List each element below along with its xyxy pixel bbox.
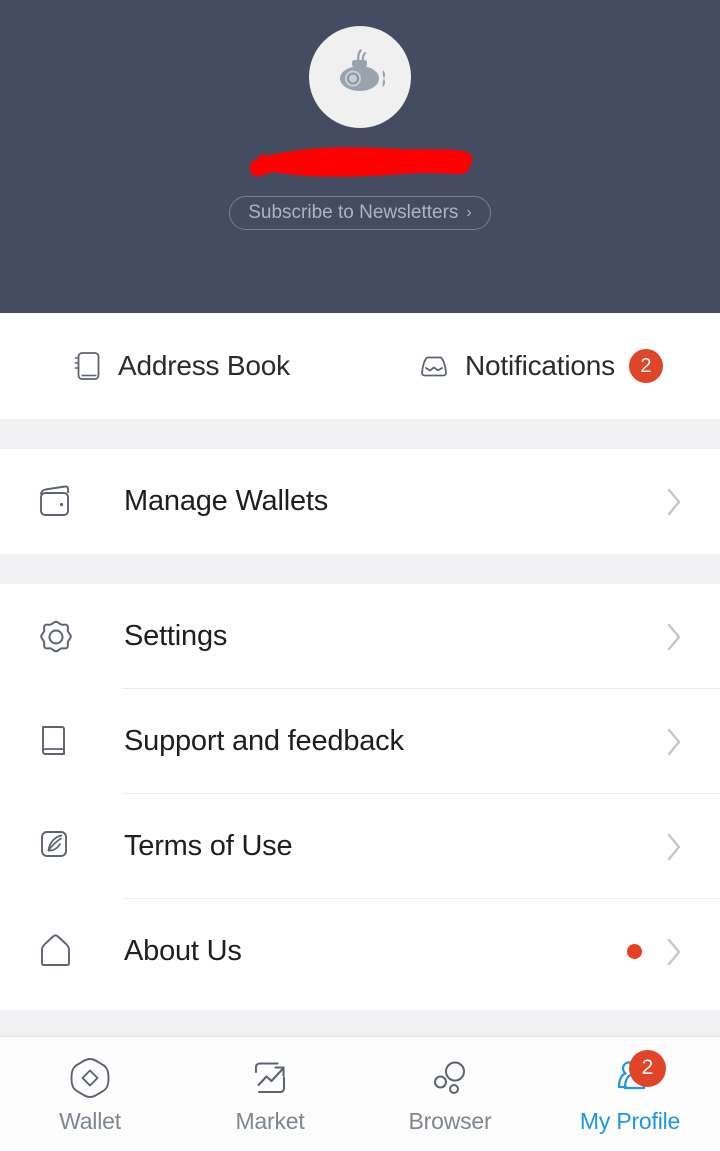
row-accessory bbox=[664, 485, 684, 519]
row-label: Manage Wallets bbox=[124, 485, 329, 517]
quick-tab-address-book[interactable]: Address Book bbox=[0, 349, 360, 383]
row-label: Settings bbox=[124, 620, 228, 652]
nav-item-my-profile[interactable]: 2 My Profile bbox=[540, 1037, 720, 1151]
wallets-section: Manage Wallets bbox=[0, 449, 720, 554]
unread-dot bbox=[627, 944, 642, 959]
inbox-icon bbox=[417, 349, 451, 383]
profile-header: Subscribe to Newsletters › bbox=[0, 0, 720, 313]
redacted-username bbox=[250, 146, 472, 177]
row-label: Support and feedback bbox=[124, 725, 404, 757]
bottom-navigation: Wallet Market Browser 2 My Profile bbox=[0, 1036, 720, 1151]
profile-badge: 2 bbox=[629, 1049, 666, 1087]
gear-icon bbox=[36, 617, 90, 657]
home-icon bbox=[36, 932, 90, 972]
row-manage-wallets[interactable]: Manage Wallets bbox=[0, 449, 720, 554]
row-support-and-feedback[interactable]: Support and feedback bbox=[0, 689, 720, 794]
quick-tab-label: Address Book bbox=[118, 350, 290, 381]
chevron-right-icon bbox=[664, 935, 684, 969]
row-accessory bbox=[627, 935, 684, 969]
chevron-right-icon: › bbox=[466, 204, 472, 221]
address-book-icon bbox=[70, 349, 104, 383]
octagon-diamond-icon bbox=[58, 1054, 122, 1102]
submarine-avatar-icon bbox=[327, 44, 393, 110]
row-label: Terms of Use bbox=[124, 830, 293, 862]
nav-label: Wallet bbox=[59, 1107, 121, 1134]
people-icon: 2 bbox=[598, 1049, 666, 1102]
bottom-section-gap bbox=[0, 1010, 720, 1036]
subscribe-label: Subscribe to Newsletters bbox=[248, 202, 459, 223]
row-accessory bbox=[664, 620, 684, 654]
nav-item-wallet[interactable]: Wallet bbox=[0, 1037, 180, 1151]
quick-tab-label: Notifications bbox=[465, 350, 615, 381]
row-accessory bbox=[664, 725, 684, 759]
row-settings[interactable]: Settings bbox=[0, 584, 720, 689]
avatar[interactable] bbox=[309, 26, 411, 128]
bubbles-icon bbox=[418, 1054, 482, 1102]
chevron-right-icon bbox=[664, 725, 684, 759]
quill-icon bbox=[36, 827, 90, 867]
row-label: About Us bbox=[124, 935, 242, 967]
chevron-right-icon bbox=[664, 620, 684, 654]
nav-item-market[interactable]: Market bbox=[180, 1037, 360, 1151]
profile-screen: Subscribe to Newsletters › Address Book bbox=[0, 0, 720, 1151]
row-terms-of-use[interactable]: Terms of Use bbox=[0, 794, 720, 899]
book-icon bbox=[36, 722, 90, 762]
chevron-right-icon bbox=[664, 830, 684, 864]
quick-tabs: Address Book Notifications 2 bbox=[0, 313, 720, 419]
quick-tab-notifications[interactable]: Notifications 2 bbox=[360, 349, 720, 383]
row-about-us[interactable]: About Us bbox=[0, 899, 720, 1004]
nav-item-browser[interactable]: Browser bbox=[360, 1037, 540, 1151]
chart-arrow-icon bbox=[238, 1054, 302, 1102]
chevron-right-icon bbox=[664, 485, 684, 519]
nav-label: Browser bbox=[408, 1107, 492, 1134]
settings-section: Settings Support and feedback Terms of U… bbox=[0, 584, 720, 1004]
section-gap bbox=[0, 419, 720, 449]
notifications-badge: 2 bbox=[628, 349, 663, 383]
wallet-icon bbox=[36, 483, 90, 521]
nav-label: Market bbox=[235, 1107, 305, 1134]
section-gap bbox=[0, 554, 720, 584]
row-accessory bbox=[664, 830, 684, 864]
nav-label: My Profile bbox=[579, 1107, 681, 1134]
subscribe-newsletters-button[interactable]: Subscribe to Newsletters › bbox=[229, 196, 491, 230]
